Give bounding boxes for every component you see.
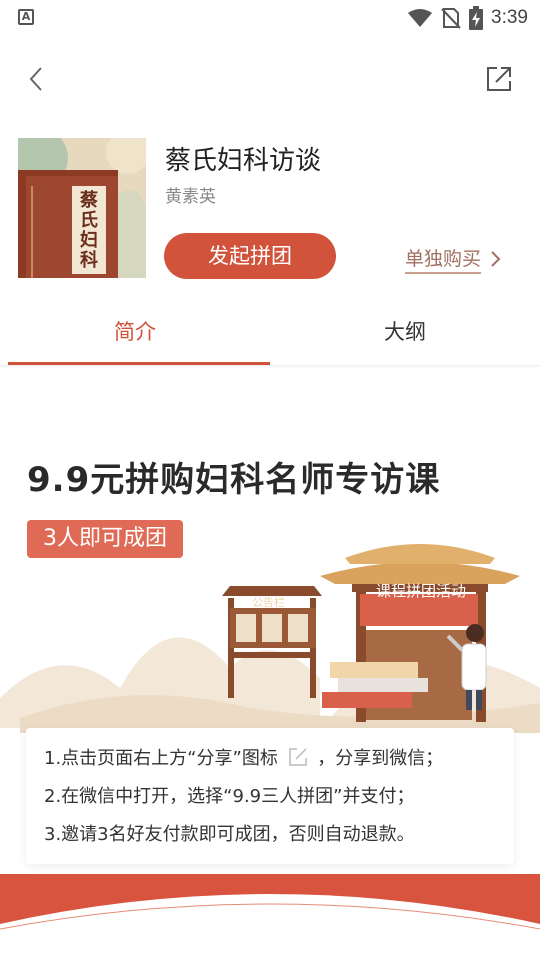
top-nav — [0, 52, 540, 104]
start-group-buy-button[interactable]: 发起拼团 — [164, 233, 336, 279]
group-size-badge: 3人即可成团 — [27, 520, 183, 558]
step-1-before: 1.点击页面右上方“分享”图标 — [44, 748, 278, 769]
step-1: 1.点击页面右上方“分享”图标 ，分享到微信； — [44, 740, 496, 778]
course-author: 黄素英 — [165, 187, 216, 207]
tab-bar: 简介 大纲 — [0, 306, 540, 366]
status-bar: A 3:39 — [0, 0, 540, 36]
activity-sign: 课程拼团活动 — [375, 582, 466, 600]
bottom-decoration — [0, 874, 540, 960]
course-cover-image[interactable]: 蔡氏妇科 — [18, 138, 146, 278]
course-title: 蔡氏妇科访谈 — [165, 146, 322, 176]
step-1-after: ，分享到微信； — [317, 748, 444, 769]
a-notification-icon: A — [18, 9, 34, 25]
board-label: 公告栏 — [252, 596, 285, 609]
chevron-right-icon — [491, 251, 501, 267]
status-time: 3:39 — [491, 7, 528, 28]
tab-intro[interactable]: 简介 — [0, 306, 270, 364]
solo-buy-link[interactable]: 单独购买 — [405, 244, 501, 274]
tab-outline[interactable]: 大纲 — [270, 306, 540, 364]
wifi-icon — [408, 9, 433, 27]
solo-buy-label: 单独购买 — [405, 244, 482, 274]
battery-charging-icon — [469, 6, 484, 30]
promo-title: 9.9元拼购妇科名师专访课 — [27, 460, 441, 500]
step-2: 2.在微信中打开，选择“9.9三人拼团”并支付； — [44, 786, 415, 807]
steps-card: 1.点击页面右上方“分享”图标 ，分享到微信； 2.在微信中打开，选择“9.9三… — [26, 728, 514, 864]
step-3: 3.邀请3名好友付款即可成团，否则自动退款。 — [44, 824, 415, 845]
promo-banner: 9.9元拼购妇科名师专访课 公告栏 课程拼团活动 3人即可成团 1.点击页面右上… — [0, 368, 540, 960]
cover-text: 蔡氏妇科 — [80, 190, 98, 271]
active-tab-indicator — [8, 362, 270, 365]
status-icons: 3:39 — [407, 6, 528, 30]
share-external-icon[interactable] — [484, 64, 514, 94]
no-sim-icon — [441, 8, 461, 29]
share-inline-icon — [288, 748, 307, 766]
chevron-left-icon[interactable] — [22, 64, 52, 94]
